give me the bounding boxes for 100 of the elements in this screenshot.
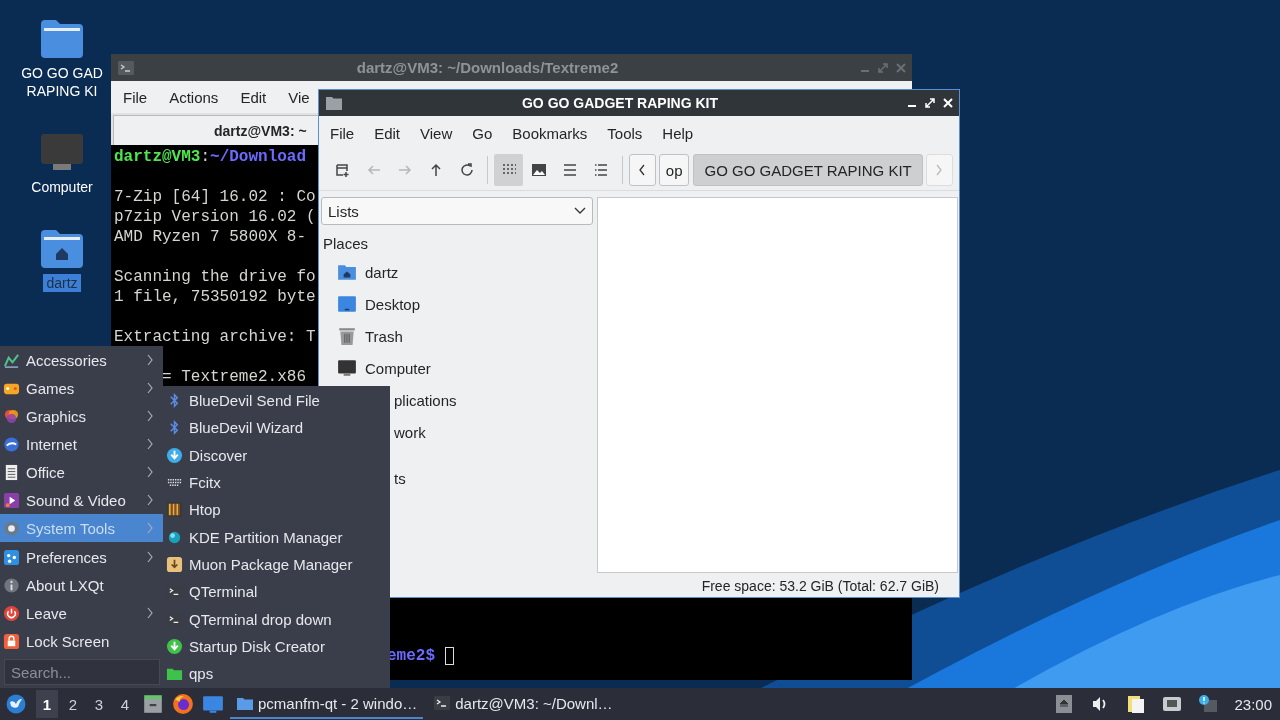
output-text: Scanning the drive fo <box>114 268 316 286</box>
search-field[interactable]: Search... <box>4 659 160 685</box>
terminal-icon <box>433 694 452 712</box>
clock[interactable]: 23:00 <box>1234 695 1272 713</box>
menu-item[interactable]: Edit <box>366 124 409 142</box>
menu-item[interactable]: Office <box>0 458 163 486</box>
menu-item[interactable]: File <box>115 88 156 106</box>
bird-logo-icon[interactable] <box>6 694 26 714</box>
play-icon <box>3 491 20 509</box>
icon-view-button[interactable] <box>494 154 524 186</box>
terminal-icon <box>166 610 183 628</box>
menu-item[interactable]: QTerminal <box>163 578 390 606</box>
menu-item[interactable]: Preferences <box>0 543 163 571</box>
chevron-right-icon <box>146 438 154 450</box>
status-text: Free space: 53.2 GiB (Total: 62.7 GiB) <box>701 578 939 594</box>
dots-icon <box>3 548 20 566</box>
menu-item[interactable]: Vie <box>280 88 318 106</box>
chevron-right-icon <box>146 494 154 506</box>
menu-item[interactable]: Leave <box>0 599 163 627</box>
menu-item[interactable]: Help <box>654 124 702 142</box>
menu-item[interactable]: Edit <box>232 88 275 106</box>
menu-item[interactable]: Accessories <box>0 346 163 374</box>
folder-icon[interactable] <box>41 20 83 58</box>
list-icon <box>593 162 610 178</box>
workspace-button[interactable]: 4 <box>114 690 136 718</box>
file-cabinet-icon[interactable] <box>142 693 164 715</box>
workspace-button[interactable]: 3 <box>88 690 110 718</box>
image-icon <box>531 162 548 178</box>
reload-icon <box>458 162 475 178</box>
menu-item[interactable]: Discover <box>163 441 390 469</box>
menu-item[interactable]: Go <box>464 124 501 142</box>
menu-item[interactable]: Lock Screen <box>0 627 163 655</box>
eject-icon[interactable] <box>1054 694 1075 714</box>
terminal-tab[interactable]: dartz@VM3: ~ <box>113 115 318 145</box>
menu-item[interactable]: Startup Disk Creator <box>163 632 390 660</box>
output-text: = Textreme2.x86 <box>162 368 307 386</box>
side-pane-dropdown[interactable]: Lists <box>321 197 593 225</box>
menu-item[interactable]: KDE Partition Manager <box>163 523 390 551</box>
place-item[interactable]: Computer <box>321 352 593 384</box>
menu-item[interactable]: qps <box>163 659 390 688</box>
menu-item[interactable]: About LXQt <box>0 571 163 599</box>
chevron-right-icon <box>146 522 154 534</box>
home-folder-icon[interactable] <box>41 230 83 268</box>
menu-item[interactable]: BlueDevil Send File <box>163 387 390 415</box>
chevron-right-icon <box>146 382 154 394</box>
trash-icon <box>337 326 357 346</box>
document-icon <box>3 463 20 481</box>
path-segment[interactable]: GO GO GADGET RAPING KIT <box>693 154 923 186</box>
chevron-right-icon <box>146 410 154 422</box>
task-button[interactable]: dartz@VM3: ~/Downl… <box>427 689 619 719</box>
menu-item[interactable]: Muon Package Manager <box>163 550 390 579</box>
section-heading: Places <box>323 235 370 252</box>
menu-item[interactable]: Tools <box>599 124 651 142</box>
network-port-icon[interactable] <box>1162 694 1183 714</box>
desktop-icon[interactable] <box>202 693 224 715</box>
menu-item[interactable]: Htop <box>163 496 390 524</box>
path-segment[interactable]: op <box>658 154 690 186</box>
computer-icon <box>337 358 357 378</box>
desktop-icon-label: Computer <box>30 178 94 196</box>
menu-item[interactable]: Bookmarks <box>504 124 596 142</box>
notification-icon[interactable] <box>1198 694 1219 714</box>
menu-item[interactable]: View <box>412 124 461 142</box>
menu-item[interactable]: QTerminal drop down <box>163 605 390 633</box>
chevron-right-icon <box>146 354 154 366</box>
place-item[interactable]: work <box>394 416 426 448</box>
workspace-button[interactable]: 1 <box>36 690 58 718</box>
menu-item[interactable]: Games <box>0 374 163 402</box>
info-icon <box>3 576 20 594</box>
menu-item[interactable]: Graphics <box>0 402 163 430</box>
clipboard-icon[interactable] <box>1126 694 1147 714</box>
download-icon <box>166 637 183 655</box>
window-title: dartz@VM3: ~/Downloads/Textreme2 <box>355 59 620 76</box>
menu-item[interactable]: Internet <box>0 430 163 458</box>
section-heading: ts <box>394 470 406 487</box>
monitor-icon <box>337 294 357 314</box>
menu-item[interactable]: Actions <box>161 88 227 106</box>
task-button[interactable]: pcmanfm-qt - 2 windo… <box>230 689 424 719</box>
computer-icon[interactable] <box>41 134 83 172</box>
desktop-icon-label: GO GO GAD RAPING KI <box>20 64 104 100</box>
new-tab-icon <box>335 162 352 178</box>
menu-item[interactable]: File <box>322 124 363 142</box>
download-icon <box>166 446 183 464</box>
browser-icon[interactable] <box>172 693 194 715</box>
power-icon <box>3 604 20 622</box>
menu-item[interactable]: Fcitx <box>163 468 390 497</box>
menu-item[interactable]: BlueDevil Wizard <box>163 414 390 442</box>
place-item[interactable]: plications <box>394 384 457 416</box>
package-icon <box>166 555 183 573</box>
home-folder-icon <box>337 262 357 282</box>
workspace-button[interactable]: 2 <box>62 690 84 718</box>
menu-item[interactable]: Sound & Video <box>0 486 163 514</box>
terminal-icon <box>117 58 135 77</box>
gear-icon <box>3 519 20 537</box>
chart-line-icon <box>3 351 20 369</box>
desktop-icon-label: dartz <box>43 274 81 292</box>
place-item[interactable]: Trash <box>321 320 593 352</box>
prompt-text: dartz@VM3:~/Download <box>114 148 307 166</box>
prompt-text: eme2$ <box>387 646 435 666</box>
place-item[interactable]: dartz <box>321 256 593 288</box>
place-item[interactable]: Desktop <box>321 288 593 320</box>
